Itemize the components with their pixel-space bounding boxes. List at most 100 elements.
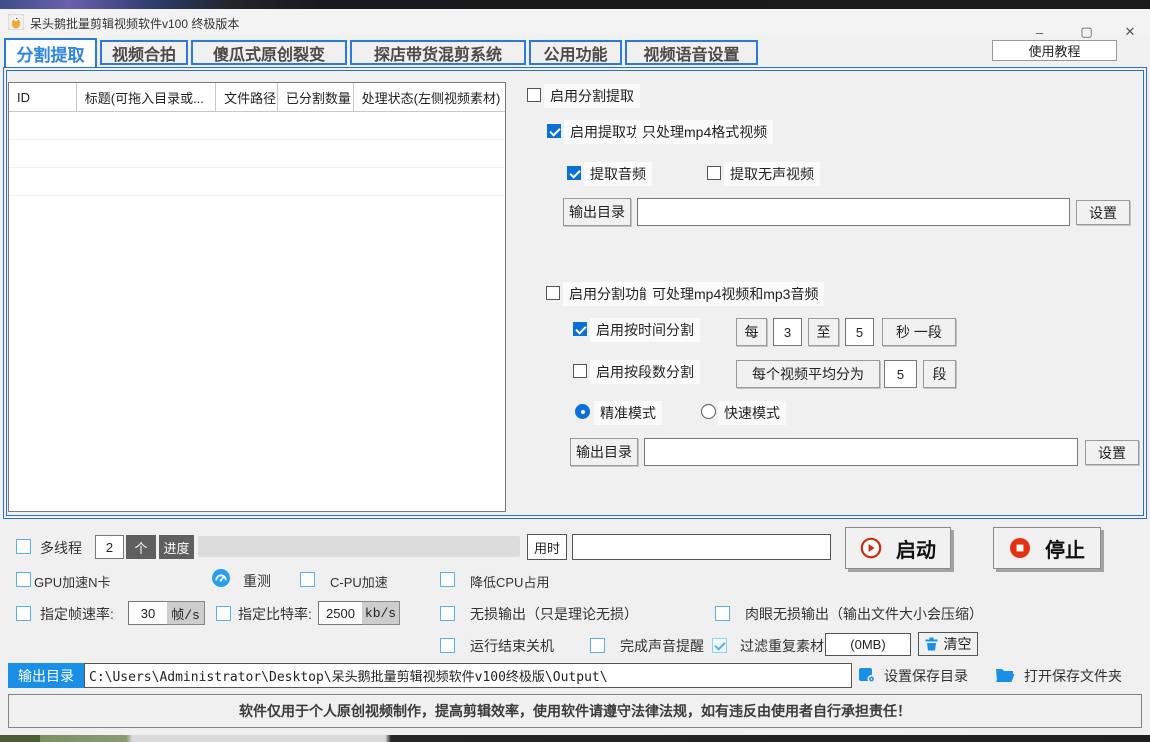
thread-count-input[interactable]: 2	[95, 535, 124, 559]
fps-label: 指定帧速率:	[40, 606, 114, 622]
lower-cpu-label: 降低CPU占用	[470, 575, 550, 590]
split-by-count-label: 启用按段数分割	[590, 360, 700, 384]
desktop-background-bottom	[0, 735, 1150, 742]
visual-lossless-label: 肉眼无损输出（输出文件大小会压缩）	[745, 606, 983, 622]
extract-settings-button[interactable]: 设置	[1076, 200, 1130, 225]
split-output-dir-input[interactable]	[644, 438, 1078, 466]
gpu-accel-label: GPU加速N卡	[34, 575, 111, 590]
file-table[interactable]: ID 标题(可拖入目录或... 文件路径 已分割数量 处理状态(左侧视频素材)	[8, 82, 506, 512]
table-header: ID 标题(可拖入目录或... 文件路径 已分割数量 处理状态(左侧视频素材)	[9, 83, 505, 112]
start-button-label: 启动	[896, 539, 936, 562]
extract-audio-checkbox[interactable]	[567, 166, 581, 180]
open-save-folder-button[interactable]: 打开保存文件夹	[1024, 666, 1122, 686]
tab-split-extract[interactable]: 分割提取	[4, 38, 97, 67]
stop-icon	[1009, 537, 1031, 559]
maximize-icon: ▢	[1080, 24, 1093, 39]
split-by-time-checkbox[interactable]	[573, 322, 587, 336]
segment-count-input[interactable]: 5	[884, 360, 917, 388]
split-by-time-label: 启用按时间分割	[590, 318, 700, 342]
output-dir-button[interactable]: 输出目录	[8, 663, 84, 688]
extract-output-dir-button[interactable]: 输出目录	[563, 198, 631, 226]
elapsed-time-input	[572, 534, 831, 560]
fps-checkbox[interactable]	[16, 606, 31, 621]
output-path-input[interactable]: C:\Users\Administrator\Desktop\呆头鹅批量剪辑视频…	[84, 663, 852, 688]
filter-duplicate-label: 过滤重复素材	[740, 638, 824, 654]
stop-button-label: 停止	[1045, 539, 1085, 562]
desktop-background-top	[0, 0, 1150, 9]
enable-split-checkbox[interactable]	[546, 286, 560, 300]
split-note: 可处理mp4视频和mp3音频	[646, 282, 825, 306]
open-folder-icon	[995, 667, 1015, 683]
lower-cpu-checkbox[interactable]	[440, 572, 455, 587]
lossless-checkbox[interactable]	[440, 606, 455, 621]
tab-common-functions[interactable]: 公用功能	[529, 40, 622, 65]
bitrate-checkbox[interactable]	[216, 606, 231, 621]
time-from-input[interactable]: 3	[773, 318, 802, 346]
visual-lossless-checkbox[interactable]	[715, 606, 730, 621]
tutorial-button[interactable]: 使用教程	[992, 40, 1117, 61]
tab-voice-settings[interactable]: 视频语音设置	[625, 40, 758, 65]
fps-unit: 帧/s	[167, 601, 205, 625]
sound-remind-checkbox[interactable]	[590, 638, 605, 653]
precise-mode-label: 精准模式	[594, 401, 662, 425]
filter-duplicate-checkbox[interactable]	[712, 638, 727, 653]
multithread-checkbox[interactable]	[16, 539, 31, 554]
set-save-dir-button[interactable]: 设置保存目录	[884, 666, 968, 686]
speedometer-icon[interactable]	[212, 569, 230, 587]
progress-label-button: 进度	[159, 535, 194, 559]
extract-muted-checkbox[interactable]	[707, 166, 721, 180]
avg-split-button: 每个视频平均分为	[736, 360, 880, 388]
tab-original-fission[interactable]: 傻瓜式原创裂变	[191, 40, 347, 65]
gpu-accel-checkbox[interactable]	[16, 572, 31, 587]
cache-size-input: (0MB)	[825, 633, 911, 656]
extract-output-dir-input[interactable]	[637, 198, 1070, 226]
column-filepath[interactable]: 文件路径	[216, 83, 278, 111]
extract-audio-label: 提取音频	[584, 162, 652, 186]
extract-muted-label: 提取无声视频	[724, 162, 820, 186]
enable-split-extract-label: 启用分割提取	[544, 84, 640, 108]
disclaimer-text: 软件仅用于个人原创视频制作，提高剪辑效率，使用软件请遵守法律法规，如有违反由使用…	[239, 703, 911, 719]
set-save-dir-icon	[858, 667, 876, 683]
thread-unit-button: 个	[126, 535, 156, 559]
trash-icon	[925, 637, 938, 651]
time-to-input[interactable]: 5	[845, 318, 874, 346]
tab-video-duet[interactable]: 视频合拍	[100, 40, 188, 65]
progress-bar	[198, 536, 520, 557]
start-button[interactable]: 启动	[845, 527, 951, 569]
cpu-accel-label: C-PU加速	[330, 575, 388, 590]
elapsed-button: 用时	[527, 534, 567, 560]
close-icon: ✕	[1124, 24, 1136, 39]
tab-store-mixcut[interactable]: 探店带货混剪系统	[350, 40, 526, 65]
split-settings-button[interactable]: 设置	[1085, 440, 1139, 465]
stop-button[interactable]: 停止	[993, 527, 1101, 569]
fps-input[interactable]: 30	[128, 601, 168, 625]
clear-button[interactable]: 清空	[918, 632, 978, 656]
retest-label[interactable]: 重测	[243, 571, 271, 591]
mp4-note: 只处理mp4格式视频	[636, 120, 774, 144]
bitrate-label: 指定比特率:	[238, 606, 312, 622]
bitrate-unit: kb/s	[362, 601, 400, 625]
split-output-dir-button[interactable]: 输出目录	[570, 438, 638, 466]
table-row	[9, 167, 505, 168]
enable-split-extract-checkbox[interactable]	[527, 88, 541, 102]
cpu-accel-checkbox[interactable]	[300, 572, 315, 587]
every-label-button: 每	[736, 318, 767, 346]
shutdown-label: 运行结束关机	[470, 638, 554, 654]
split-by-count-checkbox[interactable]	[573, 364, 587, 378]
bitrate-input[interactable]: 2500	[318, 601, 363, 625]
column-title[interactable]: 标题(可拖入目录或...	[77, 83, 217, 111]
enable-extract-checkbox[interactable]	[547, 124, 561, 138]
fast-mode-radio[interactable]	[701, 404, 716, 419]
column-split-count[interactable]: 已分割数量	[278, 83, 354, 111]
sound-remind-label: 完成声音提醒	[620, 638, 704, 654]
precise-mode-radio[interactable]	[575, 404, 590, 419]
table-row	[9, 139, 505, 140]
to-label-button: 至	[808, 318, 839, 346]
shutdown-checkbox[interactable]	[440, 638, 455, 653]
multithread-label: 多线程	[40, 540, 82, 556]
clear-button-label: 清空	[943, 636, 972, 652]
column-id[interactable]: ID	[9, 83, 77, 111]
minimize-icon: –	[1035, 24, 1044, 40]
disclaimer-bar: 软件仅用于个人原创视频制作，提高剪辑效率，使用软件请遵守法律法规，如有违反由使用…	[8, 694, 1142, 728]
column-status[interactable]: 处理状态(左侧视频素材)	[354, 83, 505, 111]
